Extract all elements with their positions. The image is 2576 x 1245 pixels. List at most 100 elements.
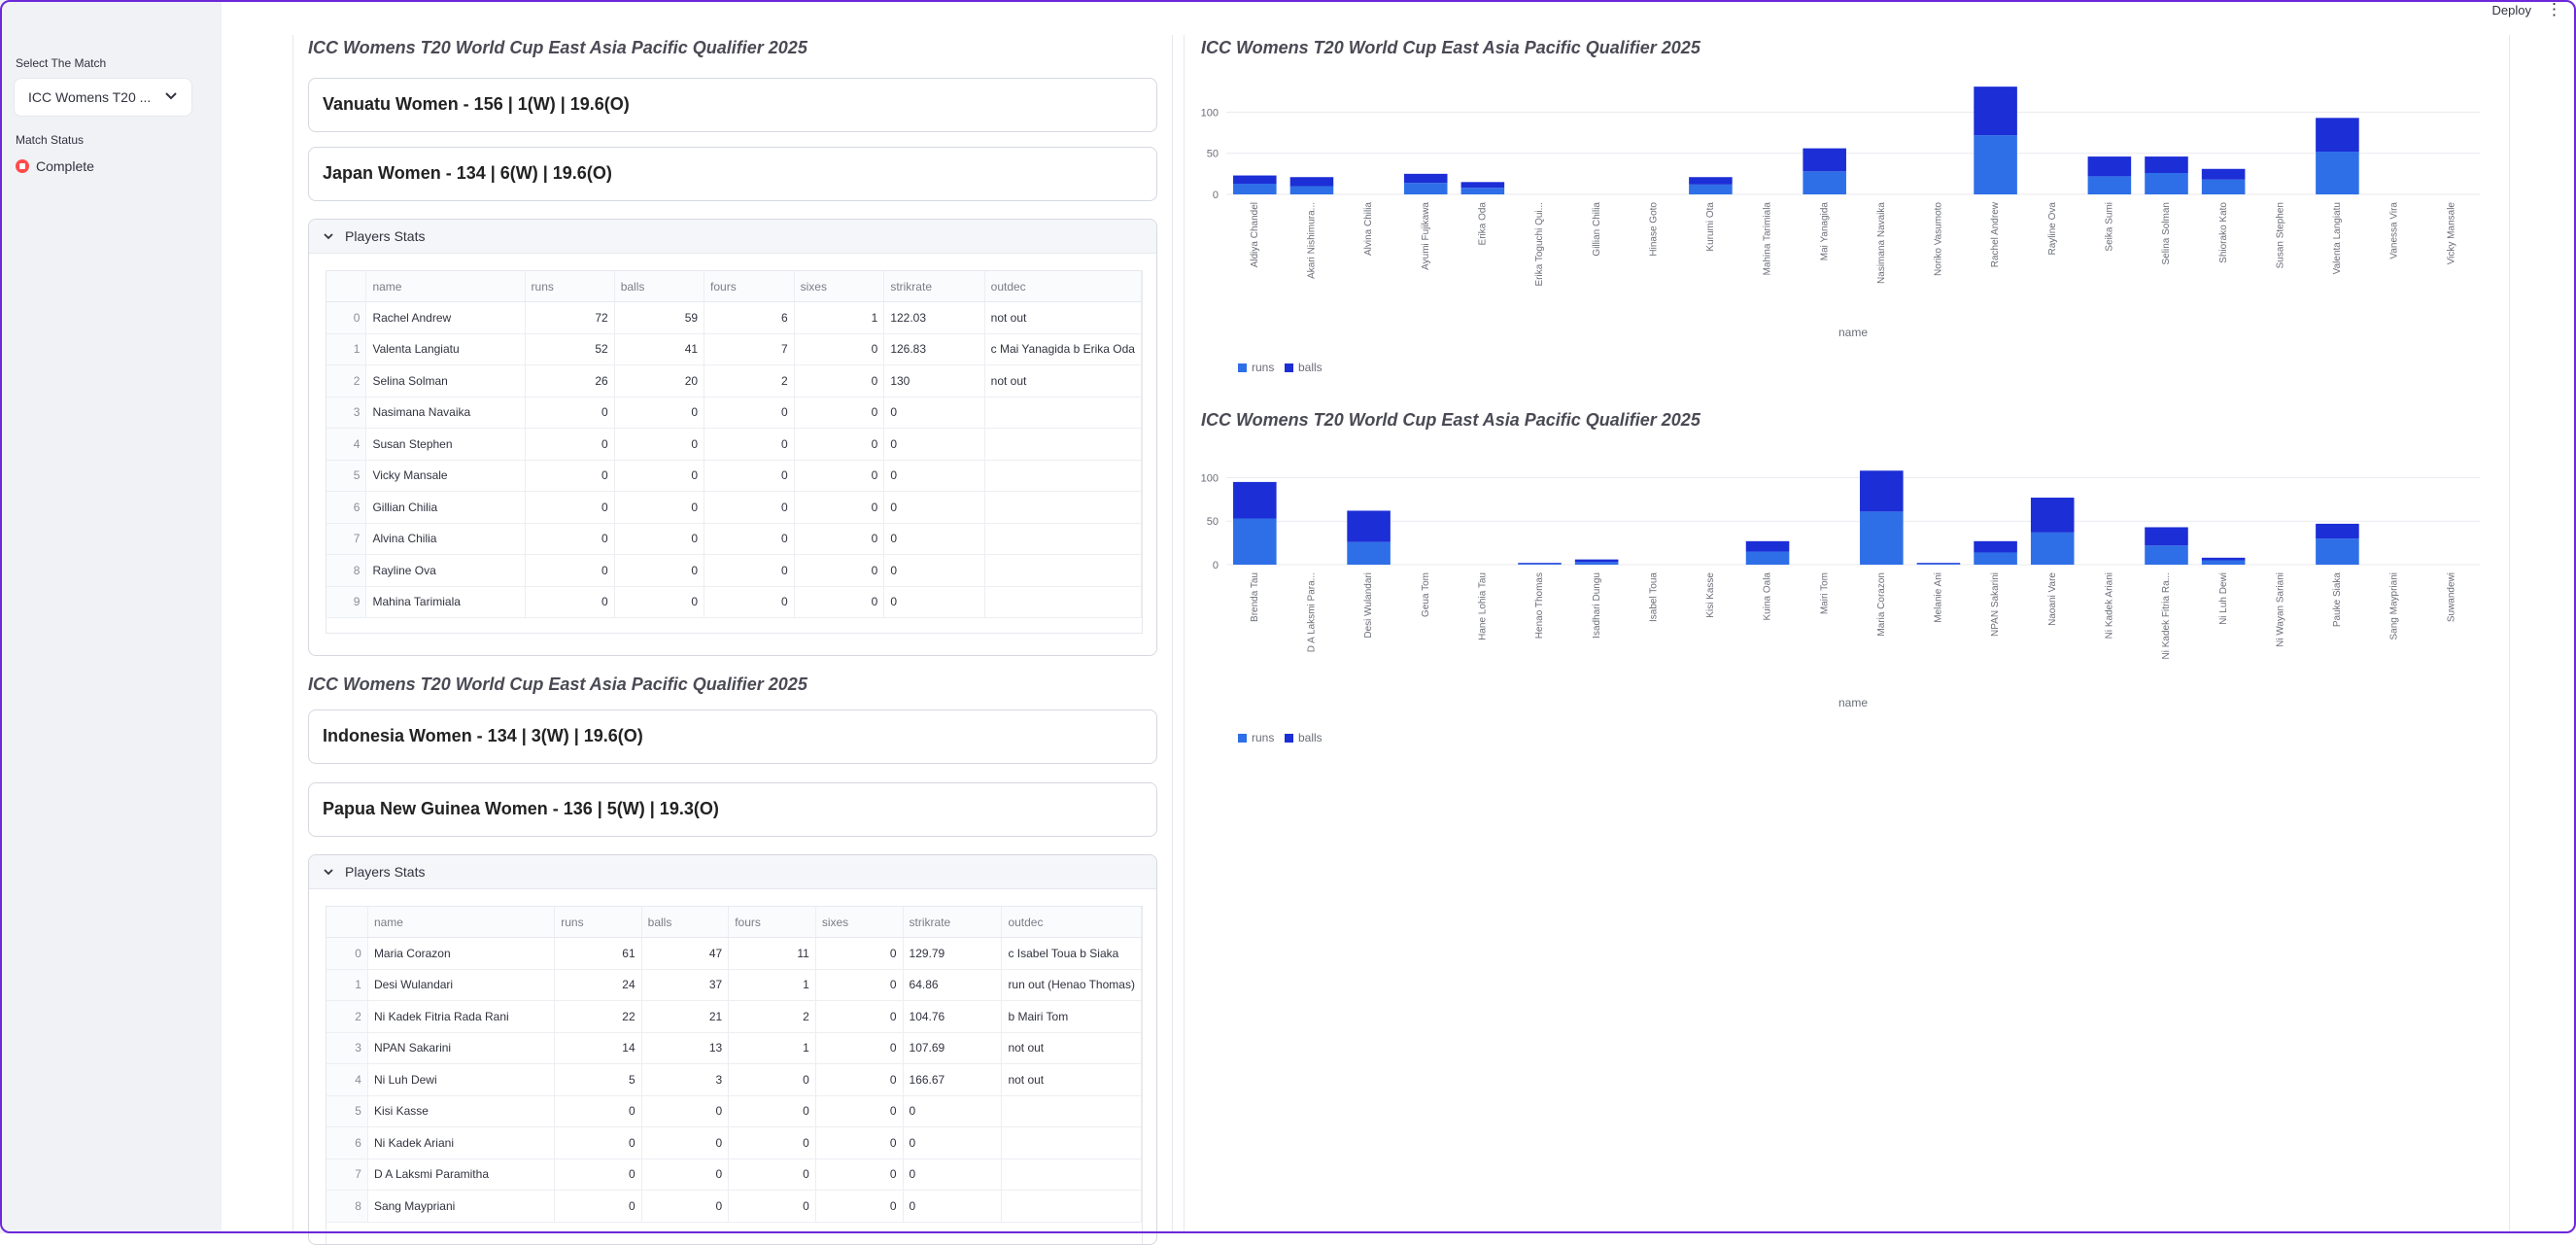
column-header[interactable]: outdec (984, 271, 1142, 302)
bar-balls[interactable] (1460, 182, 1505, 189)
table-cell: 5 (554, 1063, 642, 1096)
bar-balls[interactable] (1233, 481, 1277, 519)
legend-label[interactable]: runs (1252, 731, 1274, 744)
bar-balls[interactable] (1289, 177, 1334, 187)
table-row[interactable]: 6 Ni Kadek Ariani 0 0 0 0 0 (326, 1126, 1142, 1159)
bar-balls[interactable] (2145, 527, 2188, 546)
bar-runs[interactable] (2030, 532, 2075, 565)
bar-runs[interactable] (1347, 541, 1391, 565)
column-header[interactable]: runs (525, 271, 615, 302)
deploy-button[interactable]: Deploy (2492, 3, 2531, 17)
column-header[interactable]: strikrate (903, 907, 1003, 938)
match1-stats-table[interactable]: name runs balls fours sixes strikrate outdec 0 R… (326, 270, 1143, 634)
bar-balls[interactable] (1689, 177, 1733, 185)
bar-balls[interactable] (1974, 540, 2017, 553)
table-row[interactable]: 1 Valenta Langiatu 52 41 7 0 126.83 c Mai Yanag… (326, 333, 1142, 365)
bar-runs[interactable] (2201, 560, 2246, 565)
bar-runs[interactable] (1974, 552, 2017, 565)
bar-runs[interactable] (1403, 183, 1448, 194)
bar-balls[interactable] (2201, 557, 2246, 561)
bar-runs[interactable] (1233, 518, 1277, 565)
table-row[interactable]: 8 Sang Maypriani 0 0 0 0 0 (326, 1190, 1142, 1223)
column-header[interactable]: fours (704, 271, 795, 302)
table-row[interactable]: 5 Vicky Mansale 0 0 0 0 0 (326, 460, 1142, 492)
table-row[interactable]: 4 Ni Luh Dewi 5 3 0 0 166.67 not out (326, 1063, 1142, 1096)
column-header[interactable]: balls (641, 907, 730, 938)
bar-runs[interactable] (1974, 135, 2017, 194)
match2-stats-table[interactable]: name runs balls fours sixes strikrate outdec 0 M… (326, 906, 1143, 1244)
bar-balls[interactable] (1347, 510, 1391, 542)
chevron-down-icon (324, 233, 333, 240)
bar-balls[interactable] (1574, 559, 1619, 563)
legend-label[interactable]: balls (1298, 731, 1322, 744)
table-row[interactable]: 4 Susan Stephen 0 0 0 0 0 (326, 428, 1142, 461)
bar-balls[interactable] (1233, 175, 1277, 184)
column-header[interactable] (326, 907, 368, 938)
table-row[interactable]: 3 Nasimana Navaika 0 0 0 0 0 (326, 397, 1142, 429)
match-select[interactable]: ICC Womens T20 ... (14, 78, 192, 117)
bar-balls[interactable] (1860, 470, 1904, 512)
bar-runs[interactable] (1460, 188, 1505, 194)
legend-label[interactable]: balls (1298, 361, 1322, 374)
table-row[interactable]: 8 Rayline Ova 0 0 0 0 0 (326, 554, 1142, 587)
bar-runs[interactable] (1574, 562, 1619, 565)
match2-expander-header[interactable]: Players Stats (309, 855, 1156, 889)
match1-expander-header[interactable]: Players Stats (309, 220, 1156, 254)
table-row[interactable]: 7 Alvina Chilia 0 0 0 0 0 (326, 523, 1142, 555)
bar-runs[interactable] (1518, 564, 1562, 565)
table-row[interactable]: 3 NPAN Sakarini 14 13 1 0 107.69 not out (326, 1032, 1142, 1064)
column-header[interactable]: balls (614, 271, 705, 302)
bar-runs[interactable] (1289, 186, 1334, 194)
bar-balls[interactable] (1974, 86, 2017, 136)
row-index: 1 (326, 969, 368, 1001)
bar-runs[interactable] (2145, 545, 2188, 565)
bar-balls[interactable] (2316, 118, 2359, 152)
table-row[interactable]: 7D A Laksmi Paramitha 0 0 0 0 0 (326, 1159, 1142, 1191)
column-header[interactable]: strikrate (883, 271, 985, 302)
bar-runs[interactable] (1233, 184, 1277, 194)
bar-balls[interactable] (2145, 156, 2188, 173)
table-row[interactable]: 2 Ni Kadek Fitria Rada Rani 22 21 2 0 104.76 b … (326, 1000, 1142, 1033)
table-cell: 22 (554, 1000, 642, 1033)
column-header[interactable] (326, 271, 367, 302)
bar-runs[interactable] (2087, 176, 2132, 194)
column-header[interactable]: sixes (815, 907, 904, 938)
table-row[interactable]: 2 Selina Solman 26 20 2 0 130 not out (326, 364, 1142, 398)
chart1[interactable]: 0 50 100 Aldiya Chandel Akari Nishimura... Al… (1187, 68, 2497, 379)
bar-runs[interactable] (1745, 551, 1790, 565)
bar-balls[interactable] (2316, 523, 2359, 539)
kebab-icon[interactable]: ⋮ (2546, 0, 2562, 19)
column-header[interactable]: sixes (794, 271, 885, 302)
column-header[interactable]: fours (728, 907, 816, 938)
column-header[interactable]: name (367, 907, 556, 938)
bar-balls[interactable] (1803, 148, 1846, 172)
bar-balls[interactable] (2030, 498, 2075, 533)
bar-balls[interactable] (1745, 540, 1790, 552)
table-row[interactable]: 0 Rachel Andrew 72 59 6 1 122.03 not out (326, 301, 1142, 334)
bar-runs[interactable] (2145, 173, 2188, 194)
bar-balls[interactable] (2087, 156, 2132, 177)
table-row[interactable]: 0 Maria Corazon 61 47 11 0 129.79 c Isabel Toua… (326, 937, 1142, 970)
bar-balls[interactable] (1518, 563, 1562, 565)
table-row[interactable]: 5 Kisi Kasse 0 0 0 0 0 (326, 1095, 1142, 1127)
column-header[interactable]: outdec (1001, 907, 1142, 938)
chart2[interactable]: 0 50 100 Brenda Tau D A Laksmi Para... Desi W… (1187, 442, 2497, 753)
table-row[interactable]: 1 Desi Wulandari 24 37 1 0 64.86 run out (Henao… (326, 969, 1142, 1001)
table-cell (984, 397, 1142, 429)
column-header[interactable]: runs (554, 907, 642, 938)
bar-balls[interactable] (1916, 563, 1961, 565)
bar-runs[interactable] (1860, 511, 1904, 565)
bar-balls[interactable] (1403, 173, 1448, 184)
bar-balls[interactable] (2201, 168, 2246, 180)
bar-runs[interactable] (1916, 564, 1961, 565)
x-tick-label: Vanessa Vira (2389, 202, 2400, 259)
bar-runs[interactable] (2201, 179, 2246, 194)
bar-runs[interactable] (1689, 184, 1733, 194)
bar-runs[interactable] (2316, 152, 2359, 194)
bar-runs[interactable] (2316, 538, 2359, 565)
legend-label[interactable]: runs (1252, 361, 1274, 374)
column-header[interactable]: name (365, 271, 526, 302)
bar-runs[interactable] (1803, 171, 1846, 194)
table-row[interactable]: 9 Mahina Tarimiala 0 0 0 0 0 (326, 586, 1142, 618)
table-row[interactable]: 6 Gillian Chilia 0 0 0 0 0 (326, 491, 1142, 524)
